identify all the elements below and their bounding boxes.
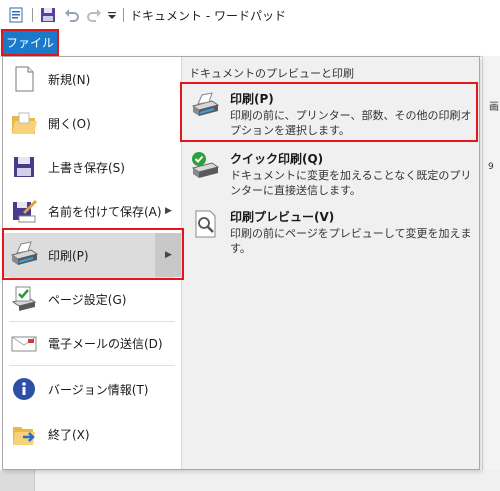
print-preview-icon — [190, 209, 220, 239]
submenu-arrow-icon: ▶ — [165, 206, 172, 216]
option-quick-print[interactable]: クイック印刷(Q) ドキュメントに変更を加えることなく既定のプリンターに直接送信… — [182, 147, 479, 199]
file-tab[interactable]: ファイル — [3, 31, 57, 54]
menu-item-open[interactable]: 開く(O) — [3, 101, 181, 145]
redo-icon[interactable] — [86, 7, 102, 23]
menu-item-page-setup[interactable]: ページ設定(G) — [3, 277, 181, 321]
menu-item-label: 名前を付けて保存(A) — [48, 204, 162, 219]
exit-icon — [9, 419, 39, 449]
menu-item-label: バージョン情報(T) — [48, 382, 149, 397]
status-area — [0, 470, 500, 491]
menu-separator — [9, 365, 175, 366]
menu-item-new[interactable]: 新規(N) — [3, 57, 181, 101]
customize-toolbar-icon[interactable] — [107, 7, 117, 23]
quick-print-icon — [190, 151, 220, 181]
menu-item-label: 新規(N) — [48, 72, 91, 87]
menu-item-label: 上書き保存(S) — [48, 160, 125, 175]
info-icon — [9, 374, 39, 404]
pane-heading: ドキュメントのプレビューと印刷 — [189, 67, 354, 80]
document-area-edge: 画 9 — [482, 56, 500, 491]
option-description: 印刷の前にページをプレビューして変更を加えます。 — [230, 227, 472, 255]
save-as-icon — [9, 196, 39, 226]
menu-item-label: 終了(X) — [48, 427, 90, 442]
wordpad-app-icon[interactable] — [8, 7, 24, 23]
option-title: クイック印刷(Q) — [230, 152, 324, 166]
page-setup-icon — [9, 284, 39, 314]
title-separator — [32, 8, 33, 22]
undo-icon[interactable] — [64, 7, 80, 23]
window-title: ドキュメント - ワードパッド — [130, 9, 286, 23]
menu-item-label: 電子メールの送信(D) — [48, 336, 163, 351]
menu-item-label: ページ設定(G) — [48, 292, 127, 307]
menu-item-about[interactable]: バージョン情報(T) — [3, 367, 181, 411]
menu-item-save[interactable]: 上書き保存(S) — [3, 145, 181, 189]
highlight-frame — [182, 84, 476, 140]
file-menu: 新規(N) 開く(O) 上書き保存(S) 名前を付けて保存(A) ▶ 印刷(P)… — [2, 56, 480, 470]
ribbon-tab-bar — [0, 30, 500, 57]
open-folder-icon — [9, 108, 39, 138]
save-icon[interactable] — [40, 7, 56, 23]
new-document-icon — [9, 64, 39, 94]
title-separator — [123, 8, 124, 22]
save-disk-icon — [9, 152, 39, 182]
menu-item-label: 開く(O) — [48, 116, 91, 131]
menu-item-exit[interactable]: 終了(X) — [3, 412, 181, 456]
ribbon-fragment: 画 — [489, 102, 499, 113]
title-bar: ドキュメント - ワードパッド — [0, 0, 500, 30]
email-icon — [9, 328, 39, 358]
menu-item-send-email[interactable]: 電子メールの送信(D) — [3, 321, 181, 365]
highlight-frame — [4, 230, 182, 278]
print-options-pane: ドキュメントのプレビューと印刷 印刷(P) 印刷の前に、プリンター、部数、その他… — [182, 57, 479, 469]
menu-item-save-as[interactable]: 名前を付けて保存(A) ▶ — [3, 189, 181, 233]
option-title: 印刷プレビュー(V) — [230, 210, 335, 224]
ruler-fragment: 9 — [488, 162, 494, 172]
option-print-preview[interactable]: 印刷プレビュー(V) 印刷の前にページをプレビューして変更を加えます。 — [182, 205, 479, 265]
option-description: ドキュメントに変更を加えることなく既定のプリンターに直接送信します。 — [230, 169, 472, 197]
